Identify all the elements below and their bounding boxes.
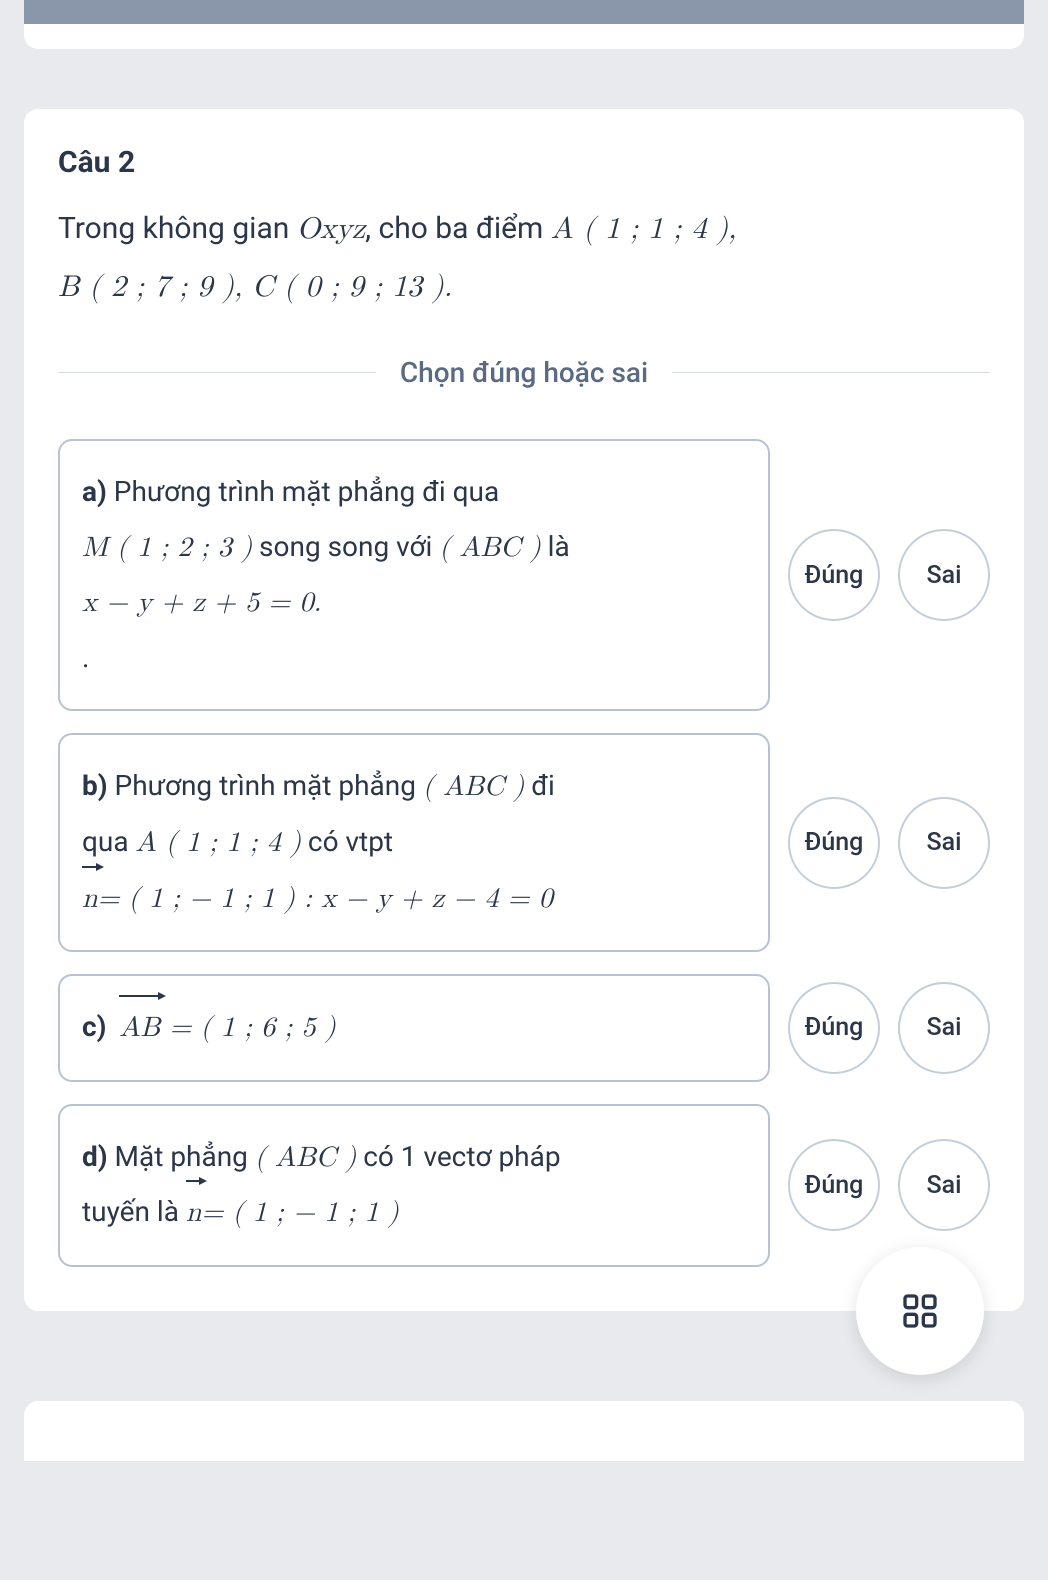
grid-menu-button[interactable] <box>856 1247 984 1375</box>
top-bar <box>24 0 1024 24</box>
option-a-false-button[interactable]: Sai <box>898 529 990 621</box>
option-c-true-button[interactable]: Đúng <box>788 982 880 1074</box>
option-c-label: c) <box>82 1010 106 1043</box>
option-b-true-button[interactable]: Đúng <box>788 797 880 889</box>
question-card: Câu 2 Trong không gian Oxyz, cho ba điểm… <box>24 109 1024 1311</box>
space-name: Oxyz <box>297 214 365 244</box>
question-title: Câu 2 <box>58 145 990 180</box>
point-b: B ( 2 ; 7 ; 9 ) <box>58 272 234 302</box>
option-b-box: b) Phương trình mặt phẳng ( ABC ) đi qua… <box>58 733 770 952</box>
next-card-edge <box>24 1401 1024 1461</box>
option-a-true-button[interactable]: Đúng <box>788 529 880 621</box>
option-c-false-button[interactable]: Sai <box>898 982 990 1074</box>
option-c-row: c) AB = ( 1 ; 6 ; 5 ) Đúng Sai <box>58 974 990 1082</box>
option-c-eq: = ( 1 ; 6 ; 5 ) <box>160 1014 336 1042</box>
option-d-box: d) Mặt phẳng ( ABC ) có 1 vectơ pháp tuy… <box>58 1104 770 1267</box>
option-b-eq: = ( 1 ; − 1 ; 1 ) : x − y + z − 4 = 0 <box>98 885 553 913</box>
option-d-true-button[interactable]: Đúng <box>788 1139 880 1231</box>
option-a-box: a) Phương trình mặt phẳng đi qua M ( 1 ;… <box>58 439 770 711</box>
vector-n-icon: n <box>82 872 98 927</box>
instruction-text: Chọn đúng hoặc sai <box>376 356 672 389</box>
question-body: Trong không gian Oxyz, cho ba điểm A ( 1… <box>58 200 990 316</box>
prompt-mid: , cho ba điểm <box>365 211 551 246</box>
option-d-row: d) Mặt phẳng ( ABC ) có 1 vectơ pháp tuy… <box>58 1104 990 1267</box>
vector-n2-icon: n <box>186 1186 202 1241</box>
option-c-box: c) AB = ( 1 ; 6 ; 5 ) <box>58 974 770 1082</box>
point-a: A ( 1 ; 1 ; 4 ) <box>551 214 728 244</box>
vector-ab-icon: AB <box>119 1001 160 1056</box>
point-c: C ( 0 ; 9 ; 13 ) <box>252 272 443 302</box>
option-d-false-button[interactable]: Sai <box>898 1139 990 1231</box>
option-b-label: b) <box>82 769 108 802</box>
option-a-label: a) <box>82 475 107 508</box>
grid-icon <box>900 1291 940 1331</box>
option-d-eq: = ( 1 ; − 1 ; 1 ) <box>201 1199 398 1227</box>
instruction-divider: Chọn đúng hoặc sai <box>58 356 990 389</box>
option-b-row: b) Phương trình mặt phẳng ( ABC ) đi qua… <box>58 733 990 952</box>
previous-card-edge <box>24 24 1024 49</box>
option-a-eq: x − y + z + 5 = 0. <box>82 589 321 617</box>
option-a-row: a) Phương trình mặt phẳng đi qua M ( 1 ;… <box>58 439 990 711</box>
option-a-m: M ( 1 ; 2 ; 3 ) <box>82 534 252 562</box>
option-b-false-button[interactable]: Sai <box>898 797 990 889</box>
prompt-pre: Trong không gian <box>58 211 297 246</box>
option-d-label: d) <box>82 1140 108 1173</box>
